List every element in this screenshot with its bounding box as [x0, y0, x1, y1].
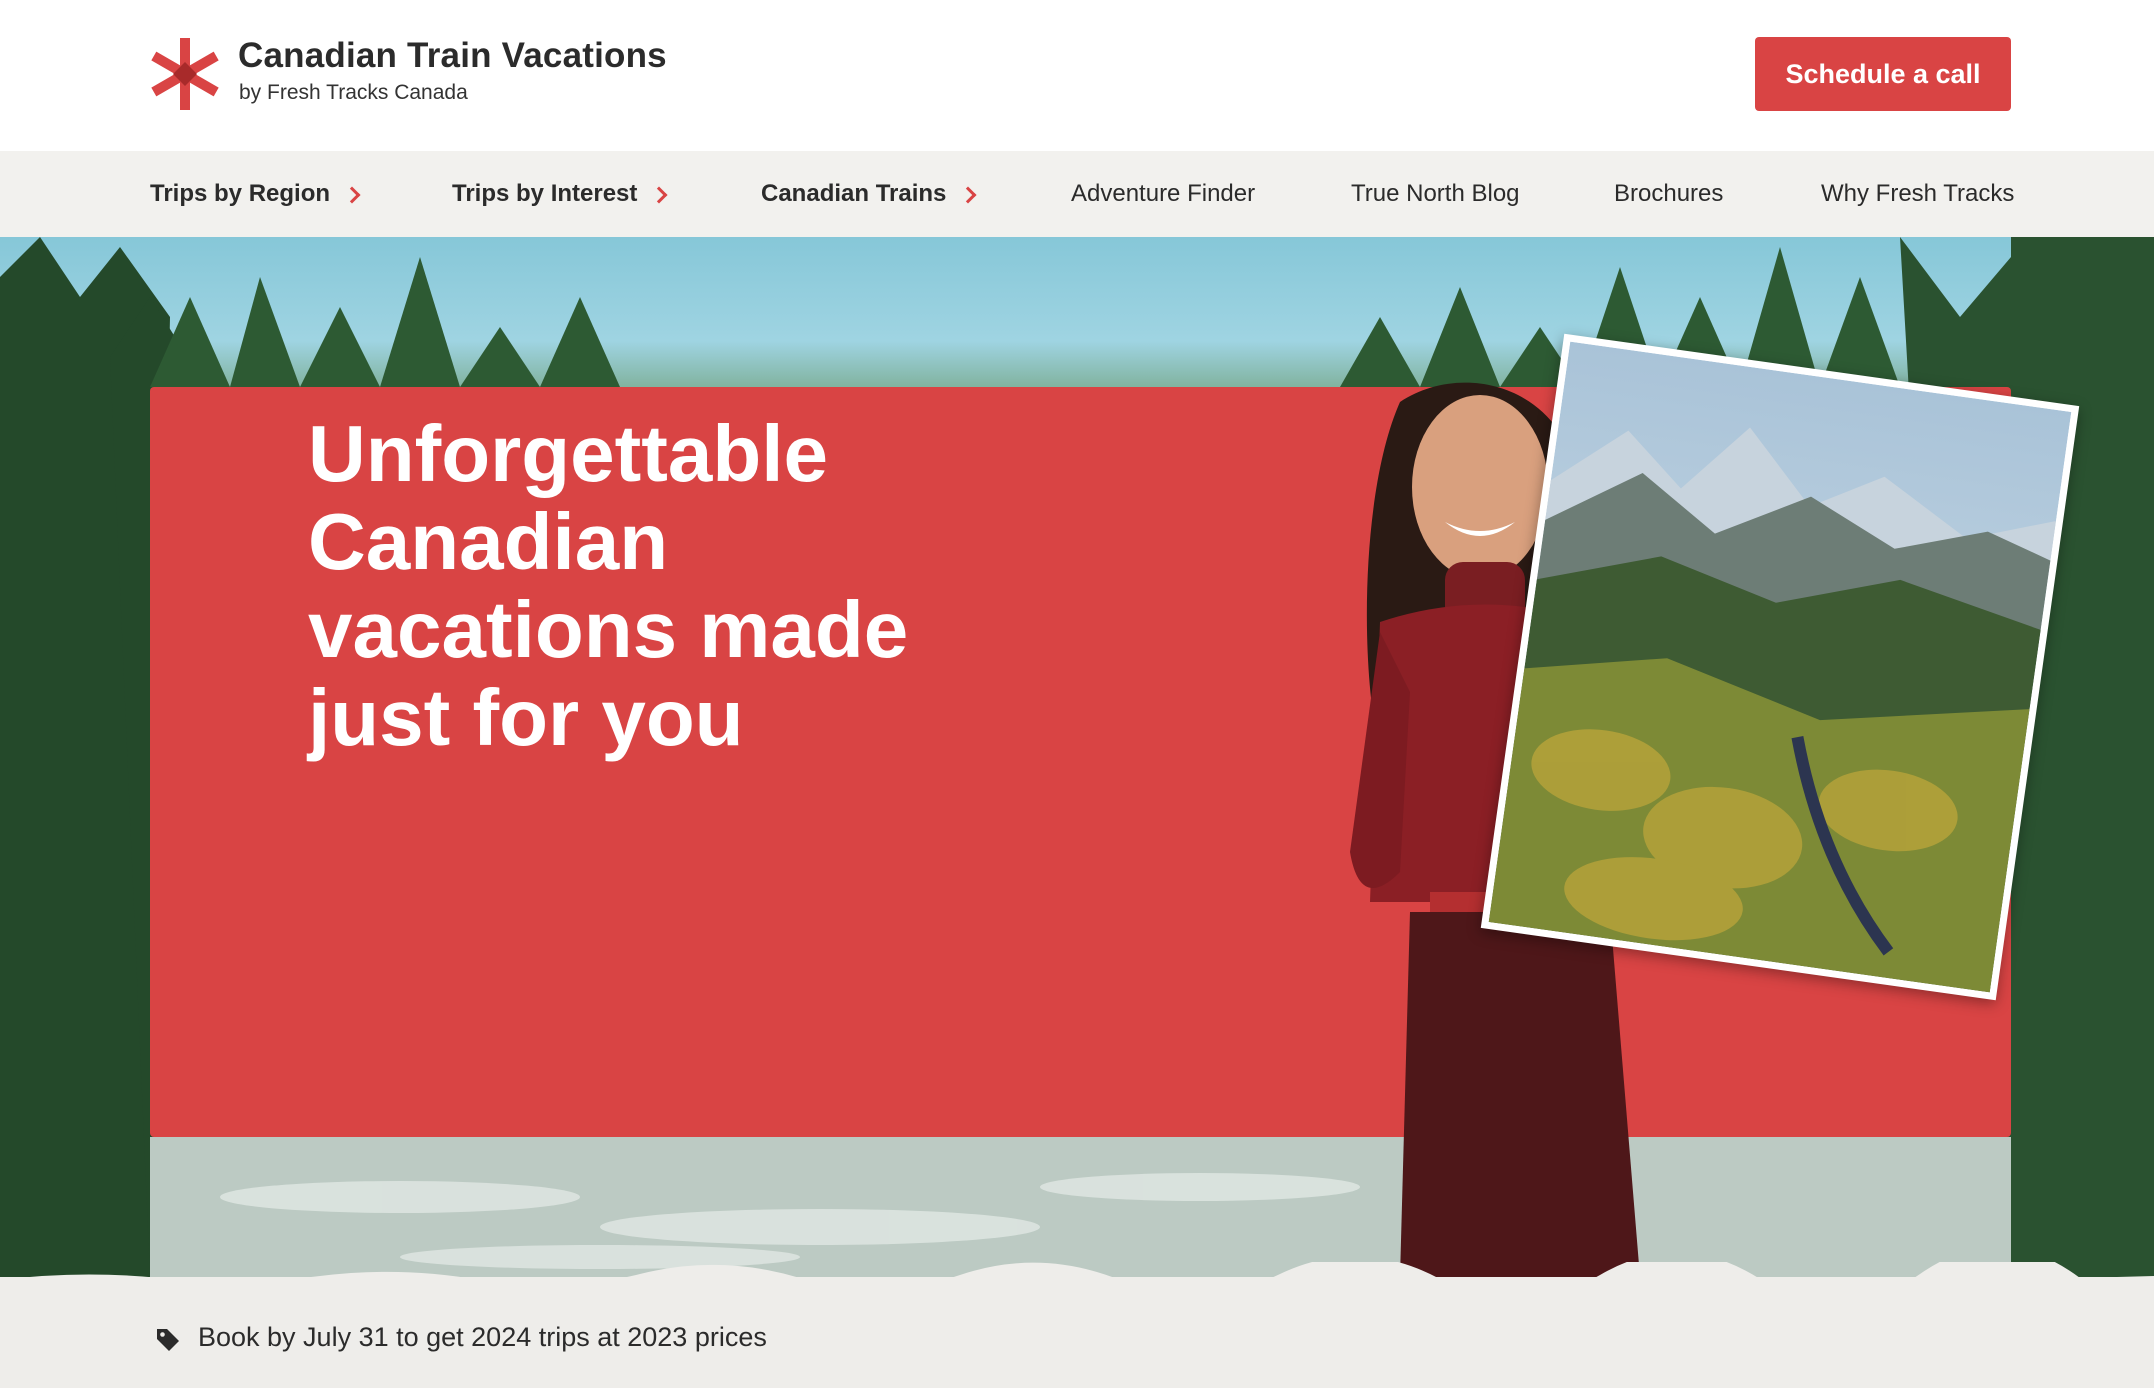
hero-title: Unforgettable Canadian vacations made ju… — [308, 409, 909, 762]
nav-item-label: Why Fresh Tracks — [1821, 180, 2015, 207]
nav-item-label: Trips by Interest — [452, 180, 638, 207]
chevron-right-icon — [343, 186, 361, 204]
brand-title[interactable]: Canadian Train Vacations — [238, 36, 667, 76]
nav-item-trips-by-region[interactable]: Trips by Region — [150, 151, 361, 237]
chevron-right-icon — [959, 186, 977, 204]
nav-item-label: Adventure Finder — [1071, 180, 1256, 207]
nav-item-label: Trips by Region — [150, 180, 331, 207]
nav-item-true-north-blog[interactable]: True North Blog — [1351, 151, 1520, 237]
mountain-train-photo-card — [1480, 333, 2080, 1001]
nav-item-label: Brochures — [1614, 180, 1724, 207]
nav-item-trips-by-interest[interactable]: Trips by Interest — [452, 151, 668, 237]
hero-section: Unforgettable Canadian vacations made ju… — [0, 237, 2154, 1277]
schedule-call-button[interactable]: Schedule a call — [1755, 37, 2011, 111]
mountain-train-photo-image — [1488, 341, 2072, 993]
main-nav: Trips by Region Trips by Interest Canadi… — [0, 151, 2154, 237]
promo-text[interactable]: Book by July 31 to get 2024 trips at 202… — [198, 1322, 767, 1353]
brand-subtitle: by Fresh Tracks Canada — [239, 81, 468, 104]
nav-item-label: True North Blog — [1351, 180, 1520, 207]
chevron-right-icon — [650, 186, 668, 204]
tag-icon — [157, 1329, 179, 1351]
site-header: Canadian Train Vacations by Fresh Tracks… — [0, 0, 2154, 151]
nav-item-brochures[interactable]: Brochures — [1614, 151, 1723, 237]
nav-item-why-fresh-tracks[interactable]: Why Fresh Tracks — [1821, 151, 2014, 237]
red-asterisk-logo-icon[interactable] — [150, 38, 220, 110]
nav-item-canadian-trains[interactable]: Canadian Trains — [761, 151, 977, 237]
nav-item-label: Canadian Trains — [761, 180, 947, 207]
nav-item-adventure-finder[interactable]: Adventure Finder — [1071, 151, 1255, 237]
